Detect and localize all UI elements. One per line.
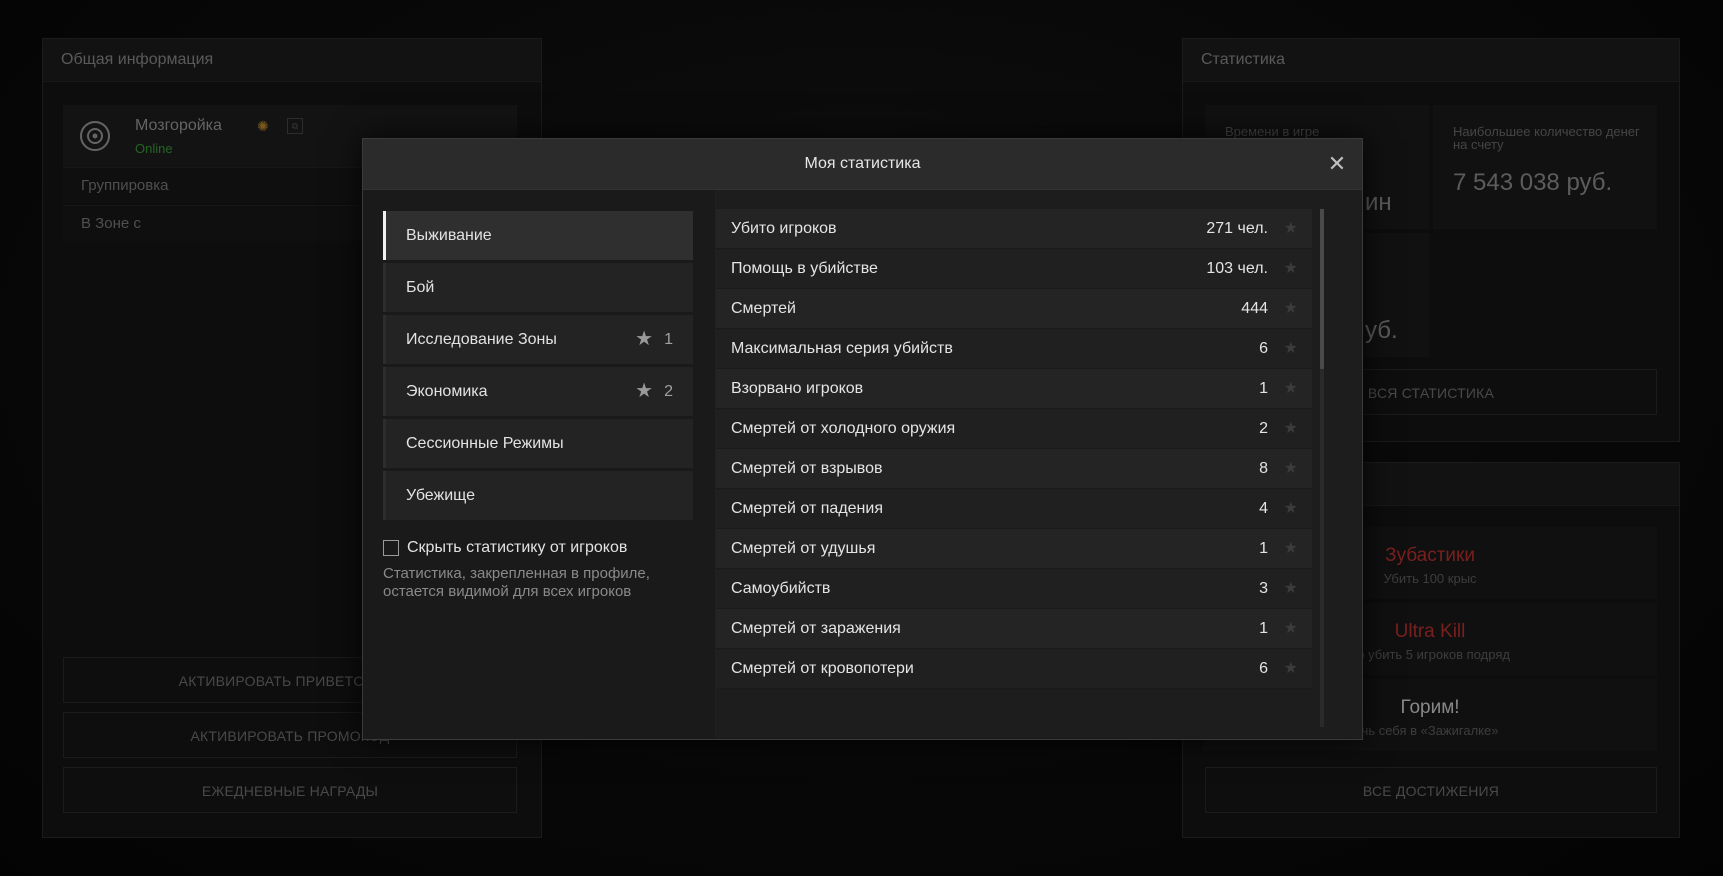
hide-stats-row: Скрыть статистику от игроков xyxy=(383,539,693,557)
category-survival[interactable]: Выживание xyxy=(383,211,693,260)
stat-row: Смертей от удушья 1 ★ xyxy=(716,529,1312,569)
pin-star-icon[interactable]: ★ xyxy=(1284,449,1298,489)
stat-row: Смертей от заражения 1 ★ xyxy=(716,609,1312,649)
stat-value: 8 xyxy=(1259,460,1268,477)
pin-star-icon[interactable]: ★ xyxy=(1284,249,1298,289)
stat-name: Помощь в убийстве xyxy=(731,260,878,277)
category-star-count: 1 xyxy=(664,331,673,348)
pin-star-icon[interactable]: ★ xyxy=(1284,489,1298,529)
stat-row: Убито игроков 271 чел. ★ xyxy=(716,209,1312,249)
stat-row: Самоубийств 3 ★ xyxy=(716,569,1312,609)
hide-stats-checkbox[interactable] xyxy=(383,540,399,556)
stat-row: Взорвано игроков 1 ★ xyxy=(716,369,1312,409)
stat-name: Смертей от холодного оружия xyxy=(731,420,956,437)
stat-name: Максимальная серия убийств xyxy=(731,340,953,357)
stat-row: Смертей от взрывов 8 ★ xyxy=(716,449,1312,489)
category-economy[interactable]: Экономика ★ 2 xyxy=(383,367,693,416)
category-zone-exploration[interactable]: Исследование Зоны ★ 1 xyxy=(383,315,693,364)
stat-value: 444 xyxy=(1241,300,1268,317)
category-label: Исследование Зоны xyxy=(406,331,557,348)
stat-name: Смертей от удушья xyxy=(731,540,876,557)
stat-row: Помощь в убийстве 103 чел. ★ xyxy=(716,249,1312,289)
stat-value: 6 xyxy=(1259,340,1268,357)
stat-name: Смертей xyxy=(731,300,796,317)
stat-value: 1 xyxy=(1259,540,1268,557)
stat-value: 4 xyxy=(1259,500,1268,517)
stats-scroll-thumb[interactable] xyxy=(1320,209,1324,369)
stat-value: 2 xyxy=(1259,420,1268,437)
pin-star-icon[interactable]: ★ xyxy=(1284,529,1298,569)
stat-value: 6 xyxy=(1259,660,1268,677)
stat-row: Смертей 444 ★ xyxy=(716,289,1312,329)
pin-star-icon[interactable]: ★ xyxy=(1284,569,1298,609)
stat-name: Убито игроков xyxy=(731,220,837,237)
my-statistics-modal: Моя статистика ✕ Выживание Бой Исследова… xyxy=(362,138,1363,740)
stat-value: 103 чел. xyxy=(1206,260,1268,277)
stat-value: 3 xyxy=(1259,580,1268,597)
hide-stats-label: Скрыть статистику от игроков xyxy=(407,539,628,556)
hide-stats-note: Статистика, закрепленная в профиле, оста… xyxy=(383,565,650,600)
stat-name: Смертей от падения xyxy=(731,500,883,517)
category-label: Убежище xyxy=(406,487,476,504)
stat-value: 271 чел. xyxy=(1206,220,1268,237)
category-label: Выживание xyxy=(406,227,492,244)
pin-star-icon[interactable]: ★ xyxy=(1284,289,1298,329)
stat-row: Смертей от кровопотери 6 ★ xyxy=(716,649,1312,689)
stat-name: Самоубийств xyxy=(731,580,831,597)
stat-name: Взорвано игроков xyxy=(731,380,864,397)
pin-star-icon[interactable]: ★ xyxy=(1284,329,1298,369)
modal-header: Моя статистика ✕ xyxy=(363,139,1362,190)
category-combat[interactable]: Бой xyxy=(383,263,693,312)
stat-value: 1 xyxy=(1259,620,1268,637)
category-label: Сессионные Режимы xyxy=(406,435,564,452)
category-label: Бой xyxy=(406,279,435,296)
category-session-modes[interactable]: Сессионные Режимы xyxy=(383,419,693,468)
category-list: Выживание Бой Исследование Зоны ★ 1 Экон… xyxy=(383,211,693,523)
star-icon: ★ xyxy=(635,380,653,402)
close-icon[interactable]: ✕ xyxy=(1326,153,1348,175)
pin-star-icon[interactable]: ★ xyxy=(1284,649,1298,689)
category-shelter[interactable]: Убежище xyxy=(383,471,693,520)
pin-star-icon[interactable]: ★ xyxy=(1284,369,1298,409)
modal-title: Моя статистика xyxy=(804,155,921,172)
stats-pane: Убито игроков 271 чел. ★ Помощь в убийстве 1… xyxy=(715,190,1362,738)
pin-star-icon[interactable]: ★ xyxy=(1284,209,1298,249)
stats-list[interactable]: Убито игроков 271 чел. ★ Помощь в убийстве 1… xyxy=(716,209,1316,729)
stat-row: Смертей от падения 4 ★ xyxy=(716,489,1312,529)
stat-name: Смертей от кровопотери xyxy=(731,660,914,677)
stats-scrollbar[interactable] xyxy=(1320,209,1324,727)
stat-name: Смертей от взрывов xyxy=(731,460,883,477)
stat-row: Максимальная серия убийств 6 ★ xyxy=(716,329,1312,369)
category-label: Экономика xyxy=(406,383,488,400)
category-star-count: 2 xyxy=(664,383,673,400)
star-icon: ★ xyxy=(635,328,653,350)
stat-name: Смертей от заражения xyxy=(731,620,901,637)
pin-star-icon[interactable]: ★ xyxy=(1284,609,1298,649)
stat-value: 1 xyxy=(1259,380,1268,397)
stat-row: Смертей от холодного оружия 2 ★ xyxy=(716,409,1312,449)
pin-star-icon[interactable]: ★ xyxy=(1284,409,1298,449)
